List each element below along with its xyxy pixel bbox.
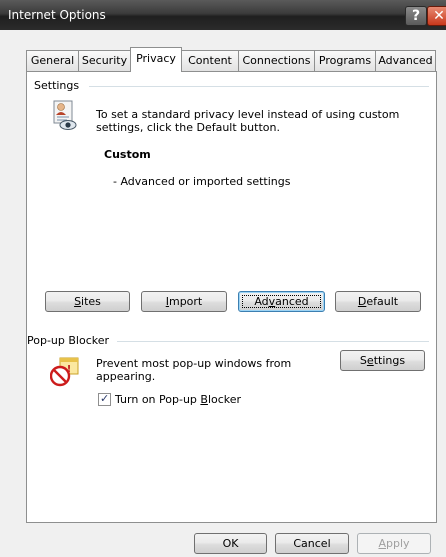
checkmark-icon: ✓ [100,392,110,405]
tab-connections[interactable]: Connections [238,50,315,71]
popup-description-line2: appearing. [96,370,156,383]
tab-programs[interactable]: Programs [314,50,376,71]
checkbox-label-pre: Turn on Pop-up [115,393,201,406]
internet-options-window: Internet Options ? ✕ General Security Pr… [0,0,446,557]
help-button[interactable]: ? [405,6,427,26]
popup-settings-rest: ttings [373,354,406,367]
popup-blocker-checkbox[interactable]: ✓ [98,392,111,406]
tab-security[interactable]: Security [78,50,131,71]
privacy-level-detail: - Advanced or imported settings [113,175,291,188]
popup-group-label: Pop-up Blocker [27,334,114,347]
popup-settings-accel: e [366,354,374,367]
default-button[interactable]: Default [335,291,421,312]
focus-rectangle [242,295,321,308]
help-icon: ? [411,8,421,24]
close-button[interactable]: ✕ [427,6,446,26]
sites-rest: ites [81,295,101,308]
settings-description-line2: settings, click the Default button. [96,121,280,134]
apply-accel: A [378,537,386,550]
tab-advanced[interactable]: Advanced [375,50,436,71]
popup-settings-pre: S [359,354,367,367]
default-rest: efault [366,295,399,308]
advanced-button[interactable]: Advanced [238,291,325,312]
privacy-person-icon [50,99,78,131]
settings-description-line1: To set a standard privacy level instead … [96,108,400,121]
cancel-button[interactable]: Cancel [275,533,349,554]
checkbox-label-rest: locker [207,393,242,406]
popup-settings-button[interactable]: Settings [340,350,425,371]
popup-blocker-checkbox-label[interactable]: Turn on Pop-up Blocker [115,393,241,406]
settings-group-divider [89,86,429,87]
checkbox-label-accel: B [200,393,208,406]
import-button[interactable]: Import [141,291,227,312]
popup-blocker-icon: ! [49,357,80,387]
privacy-level-name: Custom [104,148,151,161]
tab-general[interactable]: General [26,50,79,71]
settings-group-label: Settings [34,79,84,92]
close-icon: ✕ [433,8,445,24]
privacy-tab-panel: Settings To set a standard privacy level… [26,71,437,523]
tab-content[interactable]: Content [181,50,239,71]
window-title: Internet Options [8,8,106,22]
tab-privacy[interactable]: Privacy [130,47,182,72]
title-bar[interactable]: Internet Options ? ✕ [0,0,446,30]
apply-rest: pply [386,537,410,550]
ok-button[interactable]: OK [194,533,267,554]
apply-button[interactable]: Apply [357,533,431,554]
sites-accel: S [74,295,82,308]
import-rest: mport [168,295,203,308]
sites-button[interactable]: Sites [45,291,130,312]
popup-description-line1: Prevent most pop-up windows from [96,357,292,370]
popup-group-divider [117,341,429,342]
